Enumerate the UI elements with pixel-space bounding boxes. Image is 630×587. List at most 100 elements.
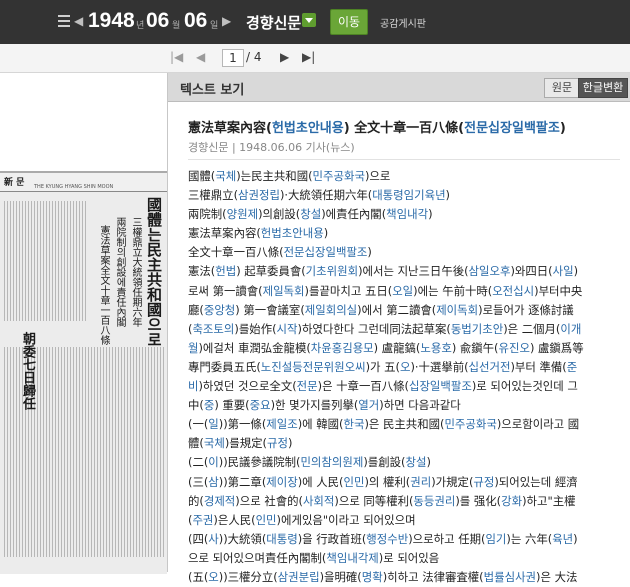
- original-text: )하였던 것으로全文(: [198, 379, 297, 394]
- hangul-reading: 삼권정립: [238, 188, 280, 203]
- original-text: 全文十章一百八條(: [188, 245, 284, 260]
- hangul-reading: 오: [208, 569, 219, 584]
- hangul-reading: 행정수반: [366, 531, 409, 546]
- original-text: ): [573, 531, 578, 546]
- original-text: )로 되어있는것인데 그: [471, 379, 578, 394]
- prev-date-arrow-icon[interactable]: ◀: [74, 14, 83, 28]
- original-text: )부터 準備(: [510, 359, 567, 374]
- original-text: ))第二章(: [218, 474, 267, 489]
- article-line: 的(경제적)으로 社會的(사회적)으로 同等權利(동등권리)를 强化(강화)하고…: [188, 492, 624, 511]
- original-text: )으로함이라고 國: [496, 417, 580, 432]
- year-value[interactable]: 1948: [88, 9, 135, 33]
- hangul-reading: 십선거전: [468, 359, 511, 374]
- board-link[interactable]: 공감게시판: [380, 15, 426, 30]
- original-text: )은 十章一百八條(: [317, 379, 409, 394]
- tab-hangul-convert[interactable]: 한글변환: [578, 78, 628, 98]
- original-text: ): [428, 207, 433, 222]
- article-line: 中(중) 重要(중요)한 몇가지를列擧(열거)하면 다음과같다: [188, 396, 624, 415]
- original-text: )은 民主共和國(: [364, 417, 445, 432]
- original-text: )를 强化(: [455, 493, 502, 508]
- article-title: 憲法草案內容(헌법초안내용) 全文十章一百八條(전문십장일백팔조): [188, 117, 618, 136]
- newspaper-masthead: 新 문 THE KYUNG HYANG SHIN MOON: [0, 173, 167, 192]
- hangul-reading: 중: [203, 398, 215, 413]
- list-menu-icon[interactable]: [58, 15, 70, 27]
- hangul-reading: 창설: [405, 455, 427, 470]
- next-date-arrow-icon[interactable]: ▶: [222, 14, 231, 28]
- hangul-reading: 삼권분립: [277, 569, 320, 584]
- hangul-reading: 헌법: [215, 264, 237, 279]
- newspaper-page-image[interactable]: 新 문 THE KYUNG HYANG SHIN MOON 國體는民主共和國으로…: [0, 171, 167, 574]
- article-line: 體(국체)를規定(규정): [188, 434, 624, 453]
- hangul-reading: 삼: [208, 474, 219, 489]
- hangul-reading: 일: [208, 417, 219, 432]
- day-value[interactable]: 06: [184, 9, 207, 33]
- original-text: )은 大法: [536, 569, 578, 584]
- month-value[interactable]: 06: [146, 9, 169, 33]
- last-page-icon[interactable]: ▶|: [302, 50, 315, 64]
- hangul-reading: 제일독회: [262, 283, 305, 298]
- hangul-reading: 중앙청: [203, 302, 236, 317]
- hangul-reading: 축조토의: [192, 321, 235, 336]
- original-text: )에責任內閣(: [321, 207, 387, 222]
- original-text: )으로: [364, 169, 391, 183]
- hangul-reading: 노진설등전문위원오씨: [260, 359, 366, 374]
- masthead-subtitle: THE KYUNG HYANG SHIN MOON: [34, 184, 114, 190]
- original-text: (三(: [188, 474, 209, 489]
- original-text: ): [323, 226, 329, 241]
- article-title-hangul: 전문십장일백팔조: [464, 121, 560, 136]
- newspaper-name[interactable]: 경향신문: [246, 12, 301, 33]
- hangul-reading: 십장일백팔조: [408, 379, 472, 394]
- hangul-reading: 규정: [266, 436, 288, 451]
- hangul-reading: 열거: [358, 398, 380, 413]
- hangul-reading: 강화: [501, 493, 523, 508]
- original-text: 三權鼎立(: [188, 188, 239, 203]
- original-text: )에게있음"이라고 되어있으며: [276, 512, 416, 527]
- article-line: 兩院制(양원제)의創設(창설)에責任內閣(책임내각): [188, 205, 624, 224]
- original-text: )의 權利(: [364, 474, 411, 489]
- article-line: 월)에걸처 車潤弘金龍模(차윤홍김용모) 盧龍鎬(노용호) 兪鎭午(유진오) 盧…: [188, 339, 624, 358]
- original-text: ): [573, 264, 579, 279]
- newspaper-dropdown-icon[interactable]: [302, 13, 316, 27]
- article-title-hangul: 헌법초안내용: [271, 121, 344, 136]
- article-line: (四(사))大統領(대통령)을 行政首班(행정수반)으로하고 任期(임기)는 六…: [188, 530, 624, 549]
- page-navigation-bar: |◀ ◀ 1 / 4 ▶ ▶|: [0, 44, 630, 73]
- original-text: )를規定(: [224, 436, 267, 451]
- article-title-part: ): [559, 121, 566, 136]
- hangul-reading: 이: [208, 455, 219, 470]
- original-text: )은人民(: [213, 512, 256, 527]
- page-number-input[interactable]: 1: [222, 49, 244, 67]
- go-button[interactable]: 이동: [330, 9, 368, 35]
- original-text: (一(: [188, 417, 209, 432]
- next-page-icon[interactable]: ▶: [280, 50, 289, 64]
- tab-original[interactable]: 원문: [544, 78, 580, 98]
- hangul-reading: 유진오: [498, 340, 530, 355]
- original-text: )에 韓國(: [297, 417, 344, 432]
- day-unit: 일: [210, 21, 219, 31]
- original-text: 로써 第一讀會(: [188, 283, 263, 298]
- original-text: ))三權分立(: [218, 569, 278, 584]
- first-page-icon[interactable]: |◀: [170, 50, 183, 64]
- side-headline-vertical: 朝委七日歸任: [20, 332, 35, 410]
- newspaper-scan-view[interactable]: 新 문 THE KYUNG HYANG SHIN MOON 國體는民主共和國으로…: [0, 73, 167, 574]
- hangul-reading: 육년: [552, 531, 574, 546]
- original-text: ) 起草委員會(: [236, 264, 306, 279]
- original-text: )한 몇가지를列擧(: [270, 398, 359, 413]
- prev-page-icon[interactable]: ◀: [196, 50, 205, 64]
- hangul-reading: 전문십장일백팔조: [283, 245, 368, 260]
- top-navigation-bar: ◀ 1948 년 06 월 06 일 ▶ 경향신문 이동 공감게시판: [0, 0, 630, 44]
- article-line: (축조토의)를始作(시작)하였다한다 그런데同法起草案(동법기초안)은 二個月(…: [188, 320, 624, 339]
- hangul-reading: 오: [399, 359, 411, 374]
- divider: [188, 159, 620, 160]
- original-text: )를創設(: [363, 455, 406, 470]
- original-text: ): [426, 455, 431, 470]
- original-text: 廳(: [188, 302, 204, 317]
- hangul-reading: 시작: [276, 321, 298, 336]
- original-text: )으로 社會的(: [235, 493, 303, 508]
- article-body: 國體(국체)는民主共和國(민주공화국)으로 三權鼎立(삼권정립)·大統領任期六年(…: [188, 167, 624, 587]
- hangul-reading: 제이독회: [436, 302, 479, 317]
- original-text: )으로 同等權利(: [334, 493, 414, 508]
- hangul-reading: 준: [566, 359, 578, 374]
- hangul-reading: 인민: [343, 474, 365, 489]
- original-text: 國體(: [188, 169, 216, 183]
- article-line: (五(오))三權分立(삼권분립)을明確(명확)히하고 法律審査權(법률심사권)은…: [188, 568, 624, 587]
